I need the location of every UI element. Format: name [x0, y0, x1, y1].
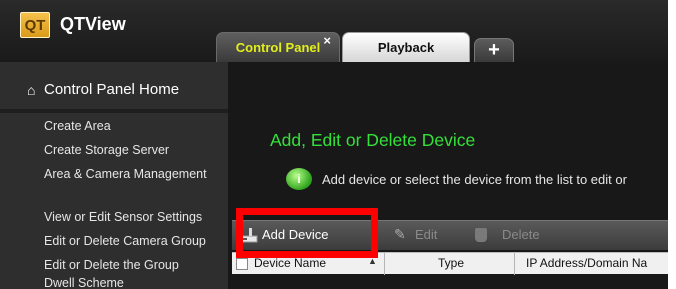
tab-control-panel[interactable]: Control Panel × — [216, 32, 340, 62]
sidebar-item-home[interactable]: ⌂ Control Panel Home — [0, 77, 228, 103]
app-title: QTView — [60, 14, 126, 34]
sidebar-item-label: Control Panel Home — [44, 81, 180, 98]
sidebar-item-create-storage-server[interactable]: Create Storage Server — [44, 143, 169, 157]
hint-text: Add device or select the device from the… — [322, 172, 627, 187]
title-bar: QT QTView Control Panel × Playback + — [0, 0, 668, 62]
tab-label: Control Panel — [235, 40, 321, 55]
edit-button[interactable]: Edit — [415, 227, 437, 242]
home-icon: ⌂ — [27, 82, 36, 98]
window-edge — [668, 0, 676, 289]
sidebar-item-sensor-settings[interactable]: View or Edit Sensor Settings — [44, 210, 202, 224]
sidebar-item-group-dwell[interactable]: Edit or Delete the Group — [44, 258, 179, 272]
tab-label: Playback — [377, 40, 435, 55]
column-type[interactable]: Type — [438, 256, 464, 270]
column-ip-address[interactable]: IP Address/Domain Na — [526, 256, 647, 270]
qt-logo-icon: QT — [20, 12, 50, 38]
select-all-checkbox[interactable] — [236, 258, 248, 270]
column-divider — [384, 253, 385, 275]
sidebar-item-dwell-scheme[interactable]: Dwell Scheme — [44, 276, 124, 289]
add-tab-button[interactable]: + — [474, 38, 514, 62]
info-bulb-icon: i — [286, 168, 312, 190]
trash-icon — [475, 228, 487, 242]
close-icon[interactable]: × — [323, 26, 331, 56]
column-device-name[interactable]: Device Name — [254, 256, 326, 270]
pencil-icon: ✎ — [394, 226, 406, 242]
sidebar: ⌂ Control Panel Home Create Area Create … — [0, 62, 228, 289]
column-divider — [514, 253, 515, 275]
delete-button[interactable]: Delete — [502, 227, 540, 242]
sidebar-item-area-camera-management[interactable]: Area & Camera Management — [44, 167, 207, 181]
sidebar-item-create-area[interactable]: Create Area — [44, 119, 111, 133]
page-title: Add, Edit or Delete Device — [270, 130, 476, 150]
sidebar-item-camera-group[interactable]: Edit or Delete Camera Group — [44, 234, 206, 248]
tab-playback[interactable]: Playback — [342, 32, 470, 62]
divider — [0, 109, 228, 113]
highlight-box — [236, 208, 378, 258]
plus-icon: + — [488, 39, 500, 61]
